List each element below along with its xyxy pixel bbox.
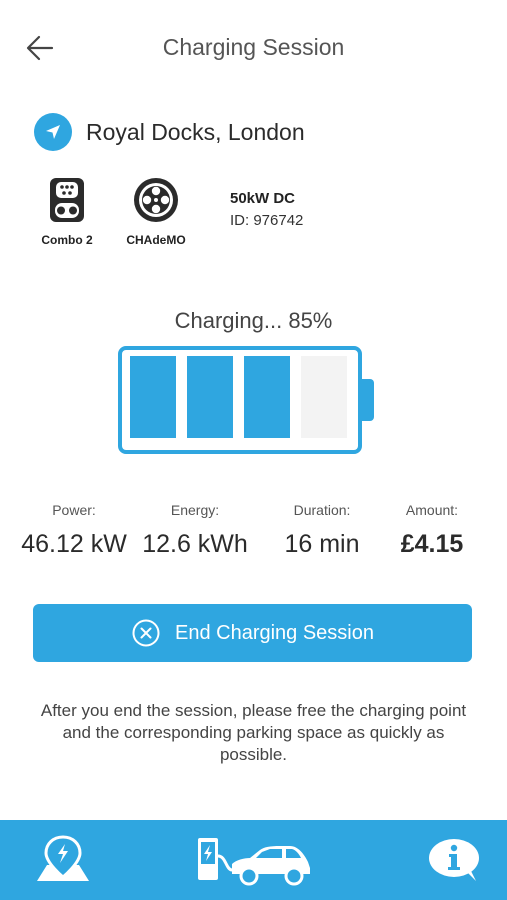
connector-chademo: CHAdeMO	[116, 176, 196, 247]
charger-power: 50kW DC	[230, 190, 296, 207]
connector-label: Combo 2	[41, 233, 93, 247]
page-title: Charging Session	[162, 34, 345, 60]
location-row: Royal Docks, London	[34, 112, 305, 152]
stat-value: 46.12 kW	[21, 530, 127, 558]
chademo-connector-icon	[134, 178, 178, 222]
charger-info: 50kW DC ID: 976742	[230, 190, 303, 229]
stat-value: 12.6 kWh	[142, 530, 248, 558]
stat-energy: Energy: 12.6 kWh	[135, 502, 255, 559]
stat-label: Duration:	[293, 502, 351, 518]
stat-duration: Duration: 16 min	[262, 502, 382, 559]
charging-status: Charging... 85%	[174, 308, 333, 333]
stat-power: Power: 46.12 kW	[14, 502, 134, 559]
close-circle-icon	[132, 619, 160, 647]
map-pin-charging-icon	[37, 835, 89, 881]
nav-map[interactable]	[30, 830, 96, 890]
location-name: Royal Docks, London	[86, 118, 305, 145]
battery-indicator	[118, 346, 374, 454]
header: Charging Session	[0, 0, 507, 96]
battery-cell	[244, 356, 290, 438]
session-stats: Power: 46.12 kW Energy: 12.6 kWh Duratio…	[0, 502, 507, 572]
battery-cell	[301, 356, 347, 438]
stat-value: 16 min	[284, 530, 360, 558]
battery-cell	[130, 356, 176, 438]
stat-amount: Amount: £4.15	[372, 502, 492, 559]
stat-label: Amount:	[405, 502, 459, 518]
end-charging-session-button[interactable]: End Charging Session	[33, 604, 472, 662]
info-bubble-icon	[429, 839, 479, 881]
battery-cell	[187, 356, 233, 438]
connector-combo2: Combo 2	[36, 176, 98, 247]
charger-id: ID: 976742	[230, 212, 304, 229]
connector-info: Combo 2 CHAdeMO 50kW DC ID: 976742	[34, 176, 474, 248]
charger-car-icon	[198, 838, 310, 886]
end-button-label: End Charging Session	[174, 621, 374, 644]
end-session-note: After you end the session, please free t…	[40, 701, 467, 764]
stat-label: Energy:	[170, 502, 220, 518]
navigation-arrow-icon	[34, 113, 72, 151]
battery-tip	[362, 379, 374, 421]
nav-info[interactable]	[424, 830, 484, 890]
stat-label: Power:	[52, 502, 96, 518]
bottom-nav	[0, 820, 507, 900]
stat-value: £4.15	[400, 530, 464, 558]
combo2-connector-icon	[50, 178, 84, 222]
nav-charging[interactable]	[194, 830, 314, 890]
connector-label: CHAdeMO	[126, 233, 186, 247]
